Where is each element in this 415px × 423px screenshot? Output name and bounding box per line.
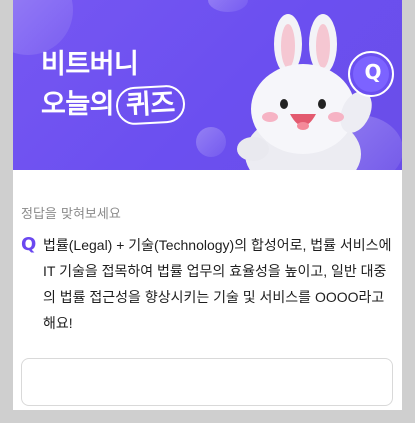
quiz-body: 정답을 맞혀보세요 Q 법률(Legal) + 기술(Technology)의 …	[13, 170, 402, 410]
banner-title-line2: 오늘의 퀴즈	[41, 82, 186, 126]
coin-decoration	[208, 0, 248, 12]
rabbit-mascot	[237, 14, 394, 170]
mascot-badge-letter: Q	[364, 60, 382, 84]
question-marker: Q	[21, 234, 37, 255]
banner-title-highlight: 퀴즈	[115, 84, 186, 126]
screen: 비트버니 오늘의 퀴즈 Q 정답을 맞혀보세요 Q 법률(Legal) + 기술…	[0, 0, 415, 423]
question-text: 법률(Legal) + 기술(Technology)의 합성어로, 법률 서비스…	[43, 237, 392, 331]
answer-hint: 정답을 맞혀보세요	[21, 207, 121, 222]
banner-title-prefix: 오늘의	[41, 89, 115, 120]
answer-input[interactable]	[21, 358, 393, 406]
banner-title-line1: 비트버니	[41, 49, 139, 80]
quiz-banner: 비트버니 오늘의 퀴즈 Q	[13, 0, 402, 170]
quiz-card: 비트버니 오늘의 퀴즈 Q 정답을 맞혀보세요 Q 법률(Legal) + 기술…	[13, 0, 402, 410]
